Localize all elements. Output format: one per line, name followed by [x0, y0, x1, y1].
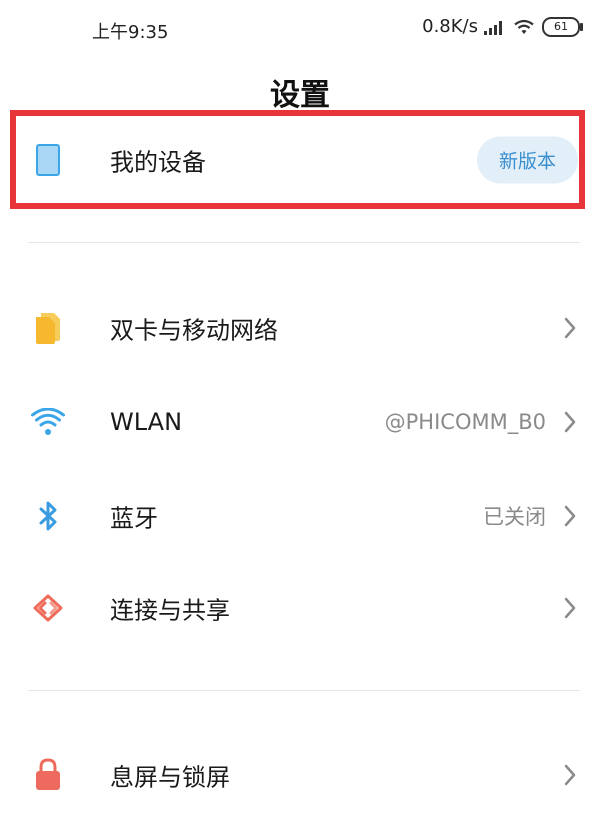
network-speed: 0.8K/s — [422, 16, 478, 37]
my-device-item[interactable]: 我的设备 新版本 — [0, 125, 600, 195]
bluetooth-status: 已关闭 — [483, 505, 546, 529]
wifi-status-icon — [514, 19, 534, 34]
phone-icon — [30, 142, 66, 178]
chevron-right-icon — [564, 505, 576, 527]
chevron-right-icon — [564, 764, 576, 786]
my-device-label: 我的设备 — [110, 148, 206, 177]
connection-and-sharing-item[interactable]: 连接与共享 — [0, 573, 600, 643]
wlan-network-name: @PHICOMM_B0 — [384, 410, 546, 434]
share-icon — [30, 590, 66, 626]
bluetooth-icon — [30, 498, 66, 534]
status-right: 0.8K/s 61 — [422, 16, 583, 37]
chevron-right-icon — [564, 317, 576, 339]
lock-icon — [30, 757, 66, 793]
chevron-right-icon — [564, 411, 576, 433]
chevron-right-icon — [564, 597, 576, 619]
battery-indicator: 61 — [542, 16, 583, 37]
divider — [28, 242, 580, 243]
new-version-badge[interactable]: 新版本 — [476, 136, 578, 184]
wlan-label: WLAN — [110, 408, 183, 436]
bluetooth-item[interactable]: 蓝牙 已关闭 — [0, 481, 600, 551]
bluetooth-label: 蓝牙 — [110, 504, 158, 533]
divider — [28, 690, 580, 691]
status-time: 上午9:35 — [92, 22, 169, 43]
sim-and-mobile-network-item[interactable]: 双卡与移动网络 — [0, 293, 600, 363]
signal-icon — [484, 20, 502, 35]
sim-label: 双卡与移动网络 — [110, 316, 278, 345]
page-title: 设置 — [270, 78, 330, 113]
wifi-icon — [30, 404, 66, 440]
screen-lock-item[interactable]: 息屏与锁屏 — [0, 740, 600, 810]
sim-card-icon — [30, 310, 66, 346]
wlan-item[interactable]: WLAN @PHICOMM_B0 — [0, 387, 600, 457]
screen-lock-label: 息屏与锁屏 — [110, 763, 230, 792]
connection-sharing-label: 连接与共享 — [110, 596, 230, 625]
status-bar: 上午9:35 0.8K/s 61 — [0, 0, 600, 58]
